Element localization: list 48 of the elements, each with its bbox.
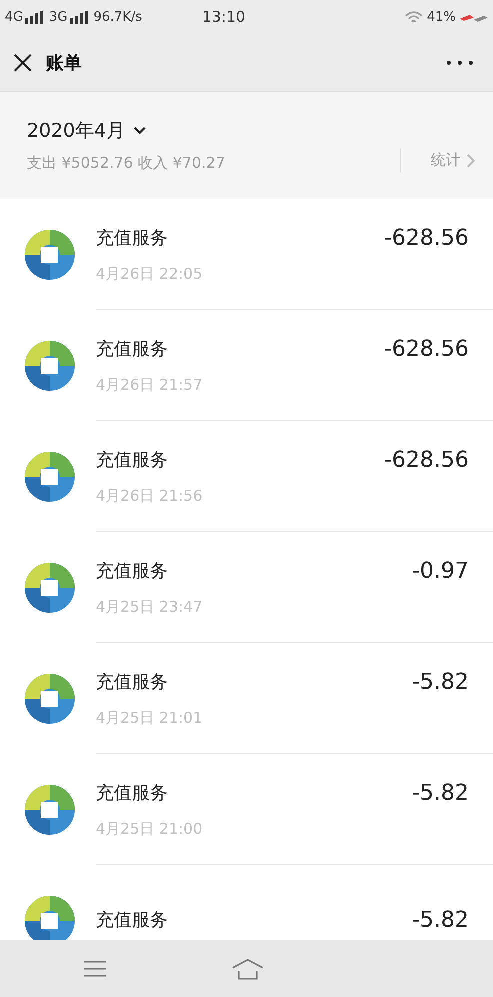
clock: 13:10 (202, 7, 246, 28)
transaction-name: 充值服务 (96, 560, 168, 584)
transaction-item[interactable]: 充值服务 -628.56 4月26日 21:56 (0, 421, 493, 532)
chevron-down-icon (133, 126, 148, 136)
service-logo-icon (24, 784, 76, 836)
transaction-item[interactable]: 充值服务 -628.56 4月26日 21:57 (0, 310, 493, 421)
transaction-amount: -628.56 (384, 447, 469, 476)
network-type: 3G (49, 8, 68, 27)
transaction-name: 充值服务 (96, 671, 168, 696)
transaction-name: 充值服务 (96, 338, 168, 362)
close-button[interactable] (12, 52, 34, 74)
wifi-icon (405, 10, 424, 24)
transaction-amount: -5.82 (412, 669, 469, 698)
service-logo-icon (24, 450, 76, 502)
signal-icon (25, 11, 44, 24)
service-logo-icon (24, 672, 76, 724)
battery-level: 41% (427, 8, 456, 27)
chevron-right-icon (467, 154, 475, 168)
transaction-name: 充值服务 (96, 449, 168, 474)
transaction-time: 4月25日 21:00 (96, 819, 204, 840)
menu-button[interactable] (84, 958, 106, 978)
network-type: 4G (5, 8, 24, 27)
transaction-time: 4月25日 21:01 (96, 708, 204, 730)
page-title: 账单 (46, 52, 82, 76)
transaction-name: 充值服务 (96, 227, 168, 252)
transaction-amount: -5.82 (412, 780, 469, 808)
transaction-time: 4月26日 21:57 (96, 375, 204, 396)
transaction-name: 充值服务 (96, 782, 168, 806)
transaction-name: 充值服务 (96, 908, 168, 932)
transaction-item[interactable]: 充值服务 -628.56 4月26日 22:05 (0, 199, 493, 310)
month-summary: 支出 ¥5052.76 收入 ¥70.27 (27, 152, 226, 174)
transaction-amount: -628.56 (384, 225, 469, 254)
transaction-amount: -5.82 (412, 906, 469, 934)
transaction-time: 4月25日 23:47 (96, 597, 204, 618)
transaction-item[interactable]: 充值服务 -0.97 4月25日 23:47 (0, 532, 493, 643)
transaction-item[interactable]: 充值服务 -5.82 4月25日 21:01 (0, 643, 493, 754)
network-speed: 96.7K/s (94, 8, 142, 27)
home-button[interactable] (231, 958, 265, 980)
transaction-time: 4月26日 22:05 (96, 264, 204, 286)
month-selector[interactable]: 2020年4月 (27, 117, 148, 146)
signal-icon (70, 11, 88, 24)
service-logo-icon (24, 562, 76, 614)
transaction-time: 4月26日 21:56 (96, 486, 204, 508)
transaction-amount: -628.56 (384, 336, 469, 364)
service-logo-icon (24, 228, 76, 280)
transaction-item[interactable]: 充值服务 -5.82 4月25日 21:00 (0, 754, 493, 865)
service-logo-icon (24, 340, 76, 392)
transaction-amount: -0.97 (412, 558, 469, 586)
